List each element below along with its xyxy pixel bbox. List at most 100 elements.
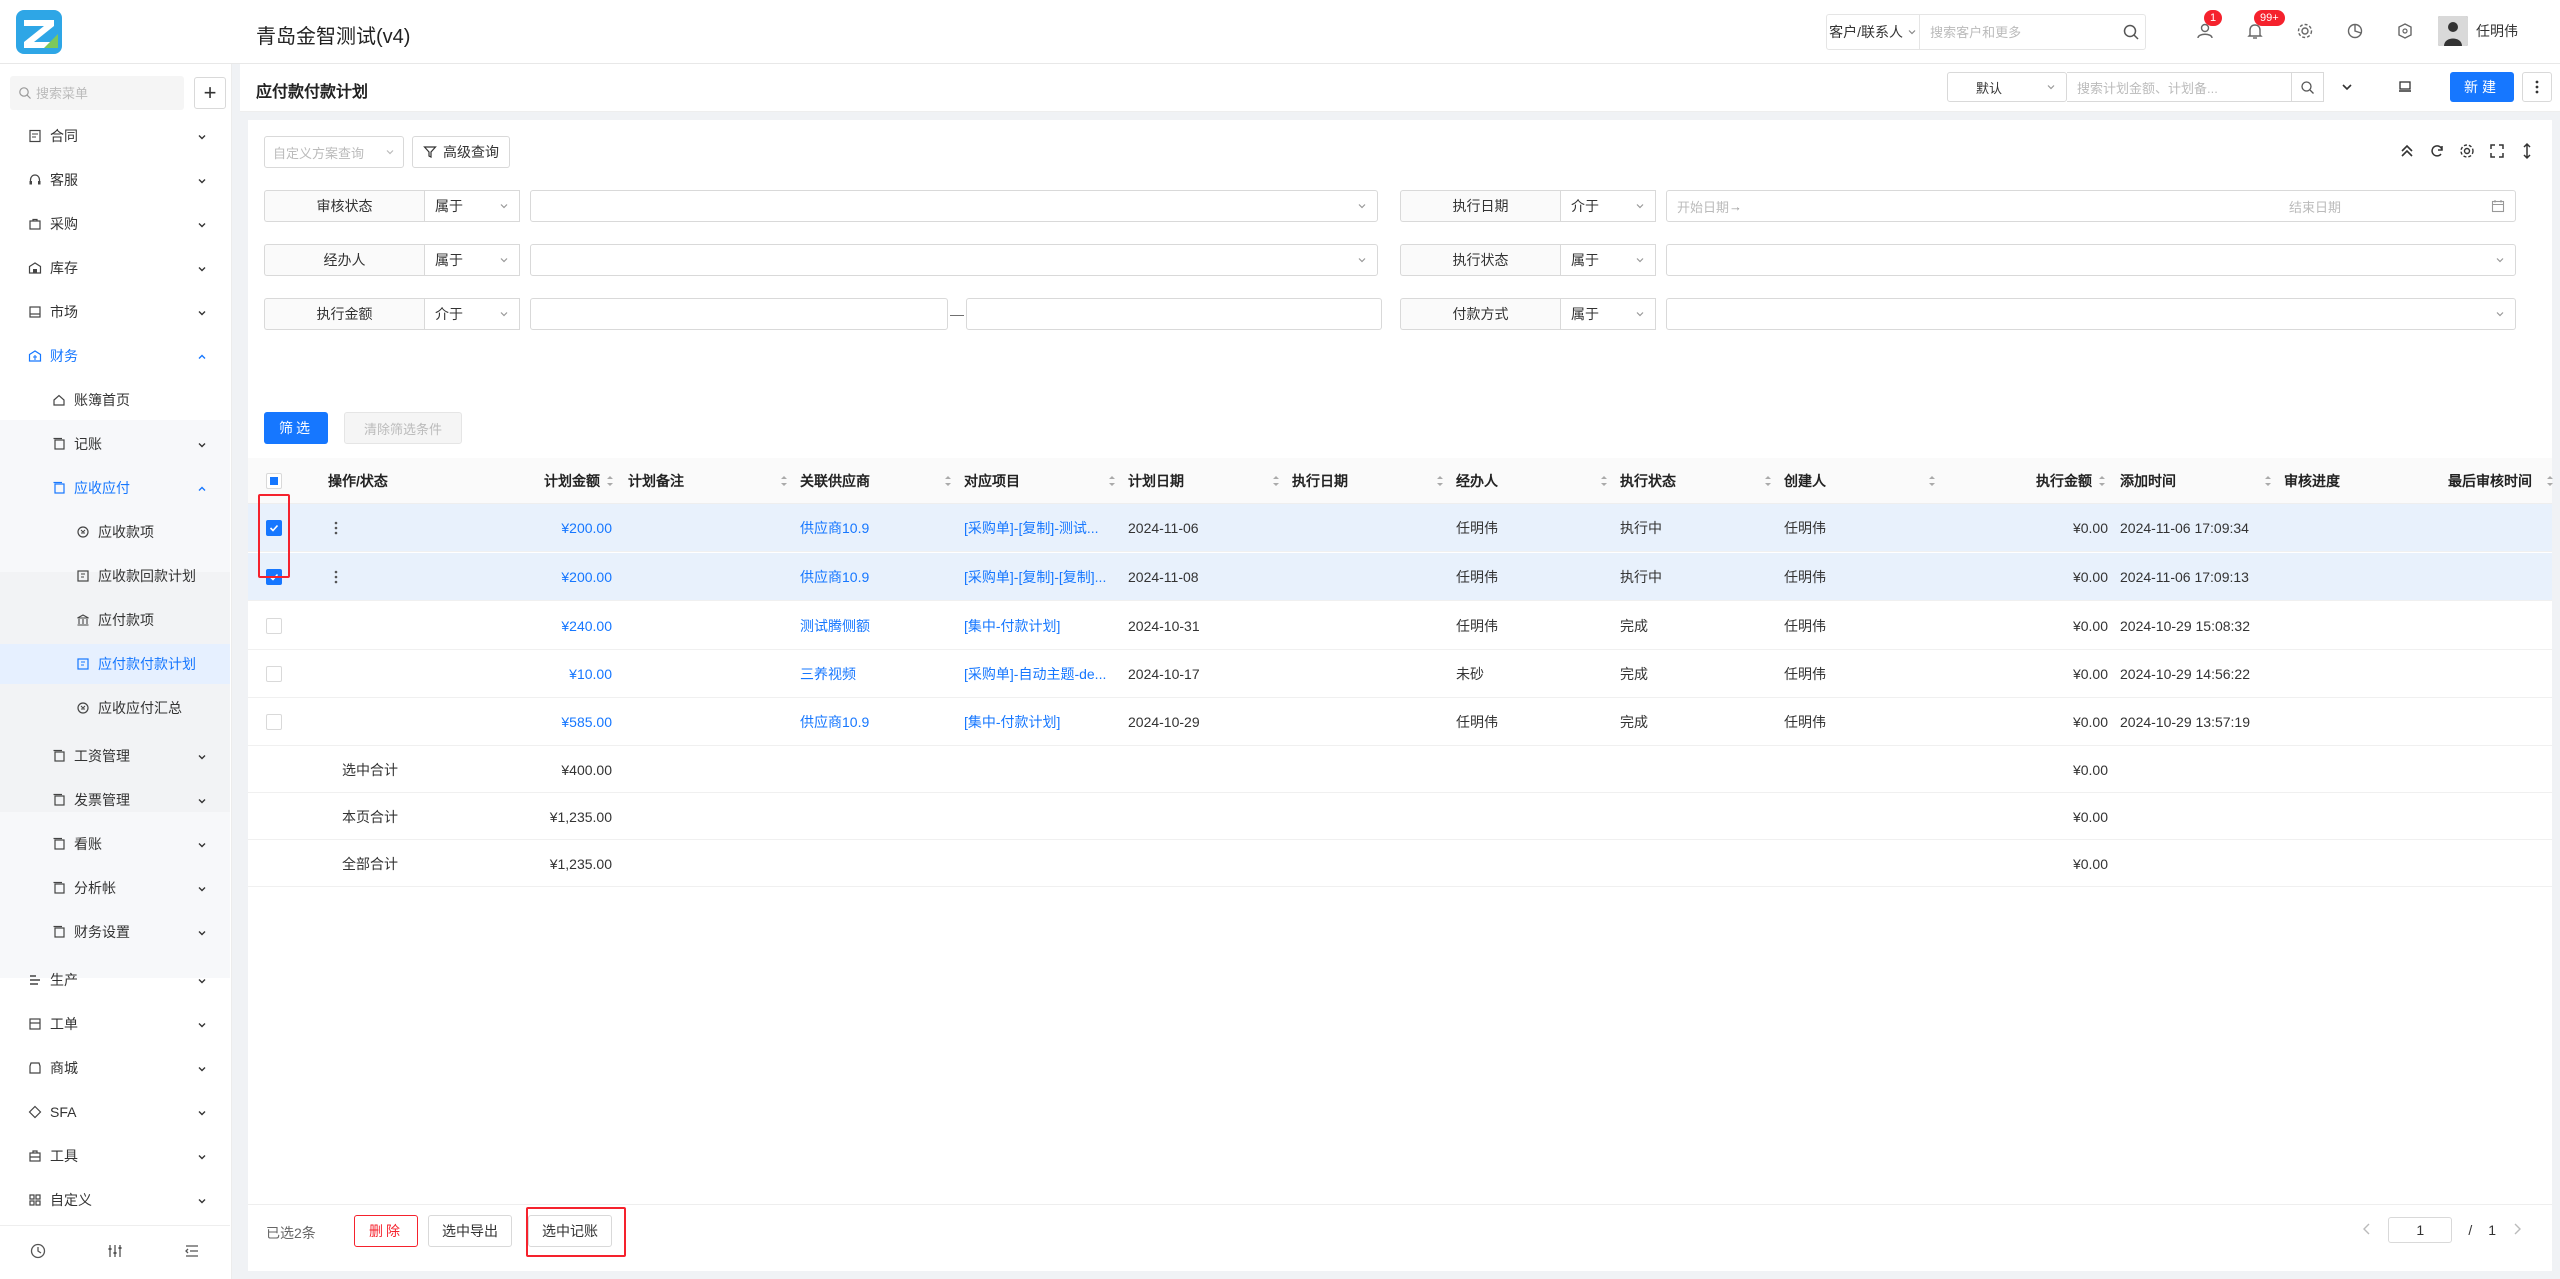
end-date-input[interactable]: 结束日期 (2289, 197, 2341, 216)
row-actions-icon[interactable] (332, 567, 340, 587)
amount-min-input[interactable] (530, 298, 948, 330)
column-header[interactable]: 计划备注 (628, 458, 788, 504)
sidebar-item-finance[interactable]: 财务 (0, 336, 230, 376)
refresh-icon[interactable] (2428, 142, 2446, 163)
row-actions-icon[interactable] (332, 518, 340, 538)
select-all-checkbox[interactable] (266, 473, 282, 489)
sidebar-item-contract[interactable]: 合同 (0, 116, 230, 156)
supplier-link[interactable]: 测试腾侧额 (800, 602, 952, 650)
filter-value-select[interactable] (530, 244, 1378, 276)
sidebar-item-ar-ap-summary[interactable]: 应收应付汇总 (0, 688, 230, 728)
adjust-icon[interactable] (106, 1242, 124, 1263)
search-type-select[interactable]: 客户/联系人 (1827, 15, 1921, 49)
sidebar-item-books-home[interactable]: 账簿首页 (0, 380, 230, 420)
table-row[interactable]: ¥585.00 供应商10.9 [集中-付款计划] 2024-10-29 任明伟… (248, 698, 2552, 746)
sidebar-item-view-accounts[interactable]: 看账 (0, 824, 230, 864)
clear-filter-button[interactable]: 清除筛选条件 (344, 412, 462, 444)
filter-operator-select[interactable]: 属于 (424, 190, 520, 222)
more-vertical-icon[interactable] (2522, 72, 2552, 102)
sidebar-item-inventory[interactable]: 库存 (0, 248, 230, 288)
expand-search-chevron-icon[interactable] (2332, 72, 2362, 102)
row-checkbox[interactable] (266, 714, 282, 730)
sidebar-item-purchase[interactable]: 采购 (0, 204, 230, 244)
new-button[interactable]: 新建 (2450, 72, 2514, 102)
column-header[interactable]: 关联供应商 (800, 458, 952, 504)
collapse-menu-icon[interactable] (183, 1242, 201, 1263)
add-menu-button[interactable]: + (194, 77, 226, 109)
supplier-link[interactable]: 三养视频 (800, 650, 952, 698)
column-header[interactable]: 最后审核时间 (2448, 458, 2560, 504)
start-date-input[interactable]: 开始日期 (1677, 197, 1729, 216)
user-menu[interactable]: 任明伟 (2438, 16, 2518, 46)
plan-amount[interactable]: ¥200.00 (488, 504, 612, 552)
settings-gear-icon[interactable] (2290, 16, 2320, 46)
row-checkbox[interactable] (266, 666, 282, 682)
column-header[interactable]: 计划金额 (488, 458, 628, 504)
view-select[interactable]: 默认 (1947, 72, 2067, 102)
project-link[interactable]: [采购单]-[复制]-[复制]... (964, 553, 1114, 601)
search-icon[interactable] (2292, 72, 2324, 102)
supplier-link[interactable]: 供应商10.9 (800, 504, 952, 552)
filter-operator-select[interactable]: 介于 (424, 298, 520, 330)
column-header[interactable]: 对应项目 (964, 458, 1116, 504)
plan-amount[interactable]: ¥240.00 (488, 602, 612, 650)
row-height-icon[interactable] (2518, 142, 2536, 163)
table-row[interactable]: ¥240.00 测试腾侧额 [集中-付款计划] 2024-10-31 任明伟 完… (248, 602, 2552, 650)
next-page-icon[interactable] (2512, 1222, 2522, 1238)
print-icon[interactable] (2390, 72, 2420, 102)
table-row[interactable]: ¥200.00 供应商10.9 [采购单]-[复制]-[复制]... 2024-… (248, 553, 2552, 601)
sidebar-item-service[interactable]: 客服 (0, 160, 230, 200)
sidebar-item-payroll[interactable]: 工资管理 (0, 736, 230, 776)
sidebar-item-market[interactable]: 市场 (0, 292, 230, 332)
global-search-input[interactable] (1920, 15, 2117, 49)
bell-icon[interactable]: 99+ (2240, 10, 2285, 46)
column-header[interactable]: 经办人 (1456, 458, 1608, 504)
table-row[interactable]: ¥10.00 三养视频 [采购单]-自动主题-de... 2024-10-17 … (248, 650, 2552, 698)
column-header[interactable]: 添加时间 (2120, 458, 2272, 504)
sidebar-item-production[interactable]: 生产 (0, 960, 230, 1000)
sidebar-item-ar-ap[interactable]: 应收应付 (0, 468, 230, 508)
history-icon[interactable] (29, 1242, 47, 1263)
project-link[interactable]: [集中-付款计划] (964, 698, 1114, 746)
table-row[interactable]: ¥200.00 供应商10.9 [采购单]-[复制]-测试... 2024-11… (248, 504, 2552, 552)
plan-amount[interactable]: ¥10.00 (488, 650, 612, 698)
settings-gear-icon[interactable] (2458, 142, 2476, 163)
sidebar-item-finance-settings[interactable]: 财务设置 (0, 912, 230, 952)
sidebar-item-shop[interactable]: 商城 (0, 1048, 230, 1088)
plan-amount[interactable]: ¥200.00 (488, 553, 612, 601)
prev-page-icon[interactable] (2362, 1222, 2372, 1238)
contacts-icon[interactable]: 1 (2190, 10, 2223, 46)
sidebar-item-receivable-plan[interactable]: 应收款回款计划 (0, 556, 230, 596)
menu-search-input[interactable] (36, 85, 176, 101)
filter-value-select[interactable] (1666, 298, 2516, 330)
filter-operator-select[interactable]: 属于 (1560, 244, 1656, 276)
plan-amount[interactable]: ¥585.00 (488, 698, 612, 746)
sidebar-item-tools[interactable]: 工具 (0, 1136, 230, 1176)
project-link[interactable]: [采购单]-自动主题-de... (964, 650, 1114, 698)
sidebar-item-bookkeeping[interactable]: 记账 (0, 424, 230, 464)
filter-button[interactable]: 筛选 (264, 412, 328, 444)
scheme-select[interactable]: 自定义方案查询 (264, 136, 404, 168)
sidebar-item-analysis[interactable]: 分析帐 (0, 868, 230, 908)
export-selected-button[interactable]: 选中导出 (428, 1215, 512, 1247)
collapse-up-icon[interactable] (2398, 142, 2416, 163)
chart-pie-icon[interactable] (2340, 16, 2370, 46)
column-header[interactable]: 执行日期 (1292, 458, 1444, 504)
sidebar-item-payable-plan[interactable]: 应付款付款计划 (0, 644, 230, 684)
supplier-link[interactable]: 供应商10.9 (800, 553, 952, 601)
sidebar-item-receivables[interactable]: 应收款项 (0, 512, 230, 552)
column-header[interactable]: 创建人 (1784, 458, 1936, 504)
column-header[interactable]: 执行金额 (1948, 458, 2112, 504)
sidebar-item-payables[interactable]: 应付款项 (0, 600, 230, 640)
row-checkbox[interactable] (266, 618, 282, 634)
search-icon[interactable] (2116, 23, 2145, 41)
column-header[interactable]: 执行状态 (1620, 458, 1772, 504)
page-number-input[interactable]: 1 (2388, 1217, 2453, 1243)
filter-value-select[interactable] (1666, 244, 2516, 276)
sidebar-item-invoice[interactable]: 发票管理 (0, 780, 230, 820)
filter-operator-select[interactable]: 属于 (424, 244, 520, 276)
sidebar-item-custom[interactable]: 自定义 (0, 1180, 230, 1220)
shield-icon[interactable] (2390, 16, 2420, 46)
supplier-link[interactable]: 供应商10.9 (800, 698, 952, 746)
filter-operator-select[interactable]: 属于 (1560, 298, 1656, 330)
